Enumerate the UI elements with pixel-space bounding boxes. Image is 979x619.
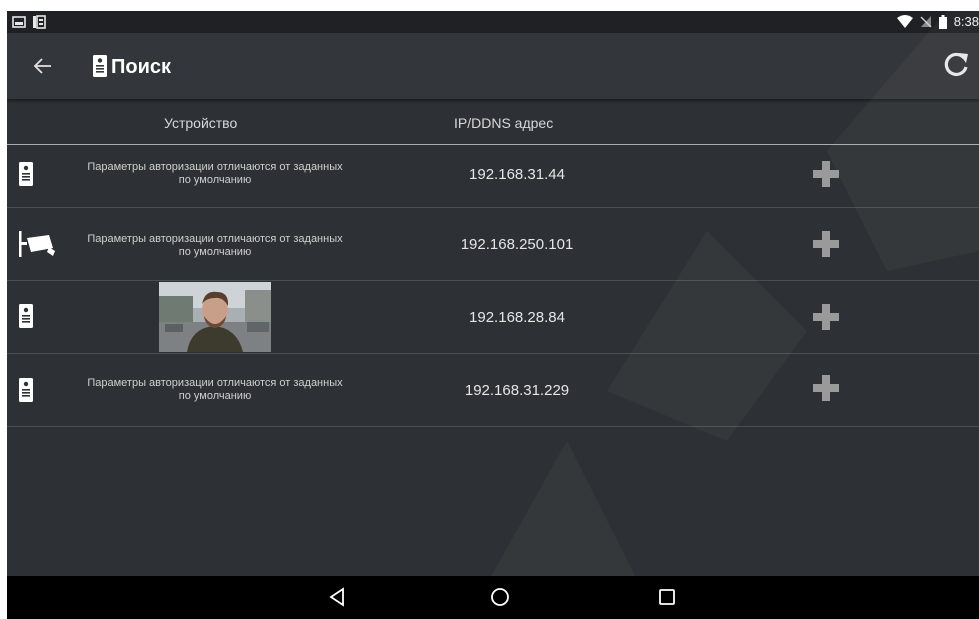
camera-icon bbox=[19, 231, 55, 257]
add-icon[interactable] bbox=[813, 304, 839, 330]
auth-warning-line2: по умолчанию bbox=[178, 174, 252, 186]
auth-warning-line1: Параметры авторизации отличаются от зада… bbox=[87, 377, 343, 389]
refresh-icon[interactable] bbox=[941, 50, 971, 80]
back-triangle-icon[interactable] bbox=[327, 587, 347, 607]
intercom-panel-icon bbox=[19, 378, 33, 402]
status-time: 8:38 bbox=[953, 14, 979, 29]
auth-warning-line2: по умолчанию bbox=[178, 246, 252, 258]
sim-card-icon bbox=[33, 15, 46, 29]
auth-warning-line2: по умолчанию bbox=[178, 390, 252, 402]
table-row[interactable]: 192.168.28.84 bbox=[7, 281, 979, 354]
intercom-panel-icon bbox=[19, 162, 33, 186]
intercom-panel-icon bbox=[93, 55, 107, 77]
auth-warning-line1: Параметры авторизации отличаются от зада… bbox=[87, 233, 343, 245]
navigation-bar bbox=[7, 576, 979, 619]
add-icon[interactable] bbox=[813, 161, 839, 187]
home-circle-icon[interactable] bbox=[490, 587, 510, 607]
no-signal-icon bbox=[920, 16, 932, 28]
add-icon[interactable] bbox=[813, 375, 839, 401]
table-row[interactable]: Параметры авторизации отличаются от зада… bbox=[7, 354, 979, 427]
table-row[interactable]: Параметры авторизации отличаются от зада… bbox=[7, 145, 979, 208]
arrow-left-icon[interactable] bbox=[29, 52, 57, 80]
page-title: Поиск bbox=[111, 56, 172, 78]
add-icon[interactable] bbox=[813, 231, 839, 257]
image-notification-icon bbox=[12, 16, 26, 28]
ip-address: 192.168.31.44 bbox=[469, 166, 565, 183]
auth-warning-message: Параметры авторизации отличаются от зада… bbox=[65, 233, 365, 259]
app-bar: Поиск bbox=[7, 33, 979, 99]
auth-warning-line1: Параметры авторизации отличаются от зада… bbox=[87, 161, 343, 173]
auth-warning-message: Параметры авторизации отличаются от зада… bbox=[65, 161, 365, 187]
app-screen: 8:38 Поиск Устройство IP/DDNS адрес Пара… bbox=[7, 11, 979, 619]
battery-icon bbox=[938, 14, 947, 29]
column-header-device: Устройство bbox=[164, 115, 238, 131]
recents-square-icon[interactable] bbox=[657, 587, 677, 607]
camera-preview-thumbnail[interactable] bbox=[159, 282, 271, 352]
intercom-panel-icon bbox=[19, 304, 33, 328]
ip-address: 192.168.28.84 bbox=[469, 309, 565, 326]
wifi-icon bbox=[896, 15, 913, 28]
ip-address: 192.168.31.229 bbox=[464, 382, 570, 399]
table-row[interactable]: Параметры авторизации отличаются от зада… bbox=[7, 208, 979, 281]
column-header-ip: IP/DDNS адрес bbox=[454, 115, 554, 131]
status-bar: 8:38 bbox=[7, 11, 979, 33]
table-header: Устройство IP/DDNS адрес bbox=[7, 101, 979, 145]
ip-address: 192.168.250.101 bbox=[460, 236, 574, 253]
auth-warning-message: Параметры авторизации отличаются от зада… bbox=[65, 377, 365, 403]
